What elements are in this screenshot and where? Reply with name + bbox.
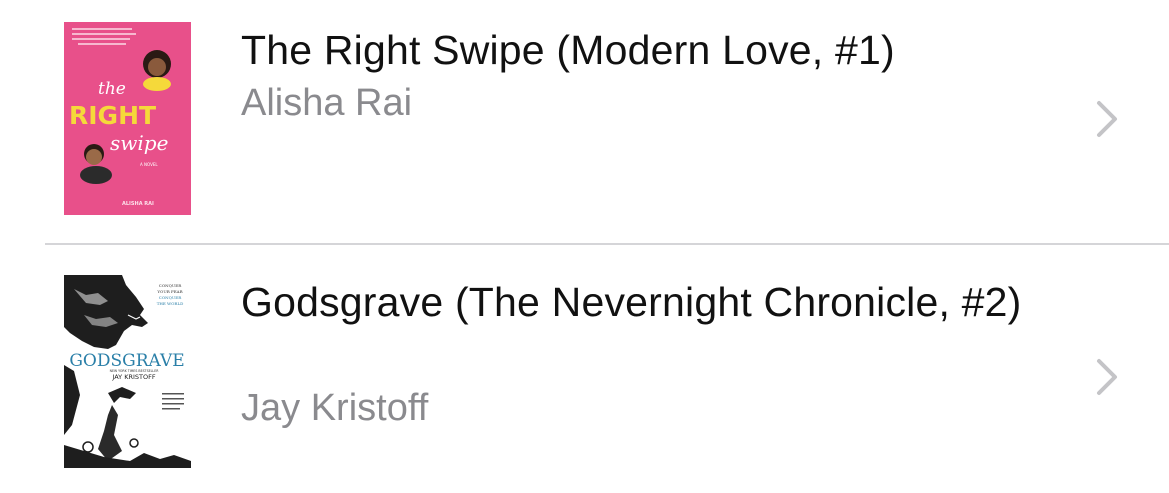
- cover-line-2: RIGHT: [69, 101, 156, 130]
- cover-tag: A NOVEL: [140, 162, 158, 167]
- cover-line-3: swipe: [110, 131, 168, 155]
- book-title: The Right Swipe (Modern Love, #1): [241, 27, 895, 73]
- book-title: Godsgrave (The Nevernight Chronicle, #2): [241, 279, 1022, 325]
- chevron-right-icon: [1094, 99, 1120, 139]
- book-row-the-right-swipe[interactable]: the RIGHT swipe A NOVEL ALISHA RAI The R…: [0, 0, 1169, 244]
- cover-tagline-2: YOUR FEAR: [156, 289, 183, 294]
- book-list: the RIGHT swipe A NOVEL ALISHA RAI The R…: [0, 0, 1169, 493]
- book-cover-godsgrave: CONQUER YOUR FEAR CONQUER THE WORLD GODS…: [64, 275, 191, 468]
- book-author: Alisha Rai: [241, 82, 413, 124]
- cover-tagline-1: CONQUER: [159, 283, 182, 288]
- cover-tagline-3: CONQUER: [159, 295, 182, 300]
- book-cover-the-right-swipe: the RIGHT swipe A NOVEL ALISHA RAI: [64, 22, 191, 215]
- cover-author: JAY KRISTOFF: [111, 373, 155, 381]
- cover-author: ALISHA RAI: [122, 201, 154, 207]
- cover-title: GODSGRAVE: [69, 351, 184, 371]
- chevron-right-icon: [1094, 357, 1120, 397]
- book-author: Jay Kristoff: [241, 387, 429, 429]
- cover-tagline-4: THE WORLD: [157, 301, 184, 306]
- book-row-godsgrave[interactable]: CONQUER YOUR FEAR CONQUER THE WORLD GODS…: [0, 245, 1169, 493]
- cover-line-1: the: [98, 79, 126, 99]
